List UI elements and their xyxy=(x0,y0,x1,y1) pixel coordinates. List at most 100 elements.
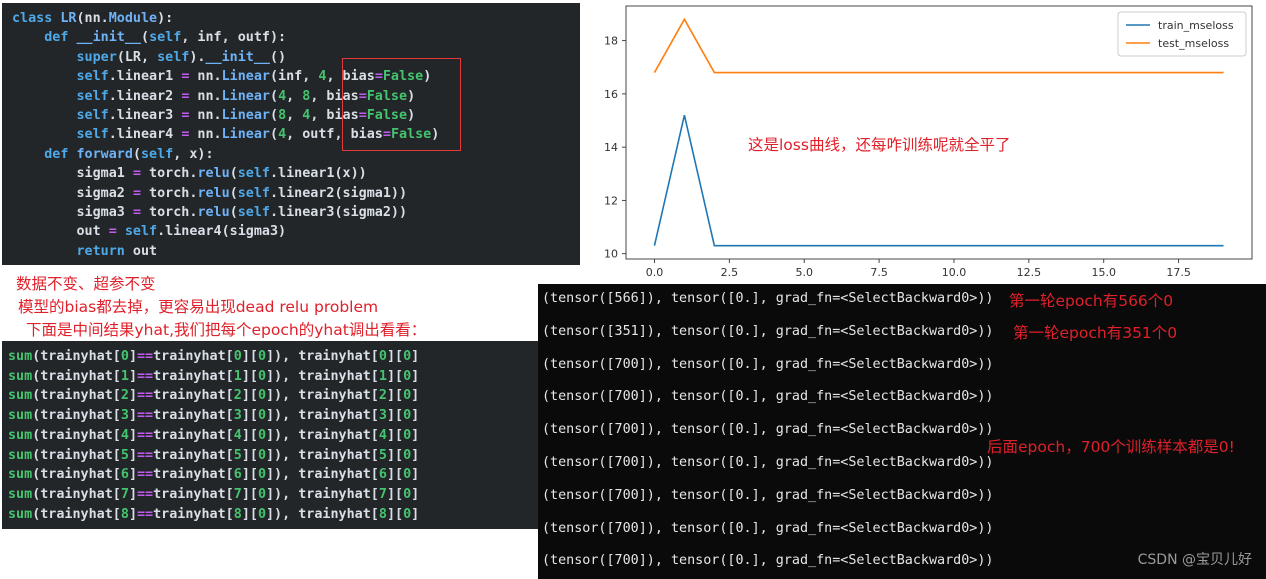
code-token: self xyxy=(76,69,109,85)
note-intermediate-yhat: 下面是中间结果yhat,我们把每个epoch的yhat调出看看： xyxy=(26,321,427,339)
code-token: ( xyxy=(270,108,279,123)
x-tick-label: 0.0 xyxy=(646,266,664,279)
code-token: (LR, xyxy=(116,49,158,65)
code-token: .linear3 xyxy=(108,108,182,123)
code-line: sigma1 = torch.relu(self.linear1(x)) xyxy=(12,164,367,183)
code-token: sigma3 xyxy=(12,205,133,220)
code-token: torch. xyxy=(141,205,198,220)
code-token: LR xyxy=(60,11,77,26)
code-token: relu xyxy=(197,185,230,201)
code-token: out xyxy=(124,243,158,259)
code-token: self xyxy=(237,166,270,182)
code-token: nn. xyxy=(189,108,222,123)
code-token: .linear1 xyxy=(108,69,182,85)
epoch2-annotation: 第一轮epoch有351个0 xyxy=(1013,324,1178,342)
tensor-output-line: (tensor([700]), tensor([0.], grad_fn=<Se… xyxy=(542,520,994,536)
yhat-code-line: sum(trainyhat[4]==trainyhat[4][0]), trai… xyxy=(8,427,420,443)
code-token: Linear xyxy=(221,69,270,85)
x-tick-label: 17.5 xyxy=(1166,266,1191,279)
code-token: torch. xyxy=(141,166,198,182)
code-token: Linear xyxy=(221,108,270,123)
code-token: self xyxy=(141,146,174,162)
code-line: sigma3 = torch.relu(self.linear3(sigma2)… xyxy=(12,203,407,222)
tensor-output-line: (tensor([700]), tensor([0.], grad_fn=<Se… xyxy=(542,356,994,372)
yhat-code-line: sum(trainyhat[1]==trainyhat[1][0]), trai… xyxy=(8,368,420,384)
code-token: = xyxy=(132,185,141,201)
note-bias-removed: 模型的bias都去掉，更容易出现dead relu problem xyxy=(18,298,379,316)
code-token: ( xyxy=(229,205,238,220)
code-token: , x): xyxy=(173,146,214,162)
code-token: self xyxy=(76,108,109,123)
code-line: return out xyxy=(12,242,158,261)
code-token: relu xyxy=(197,205,230,220)
code-token: self xyxy=(76,127,109,143)
code-line: def forward(self, x): xyxy=(12,145,214,164)
code-token: ): xyxy=(157,11,174,26)
code-token: () xyxy=(270,49,287,65)
code-token: nn. xyxy=(189,88,222,104)
later-epochs-annotation: 后面epoch，700个训练样本都是0! xyxy=(987,438,1235,456)
code-token: nn. xyxy=(189,127,222,143)
code-token: , xyxy=(286,108,303,123)
tensor-output-line: (tensor([351]), tensor([0.], grad_fn=<Se… xyxy=(542,323,994,339)
code-token: def xyxy=(12,146,77,162)
code-token: = xyxy=(132,205,141,220)
yhat-code-line: sum(trainyhat[2]==trainyhat[2][0]), trai… xyxy=(8,388,420,404)
code-token: = xyxy=(132,166,141,182)
code-token: (inf, xyxy=(270,69,319,85)
code-token: ( xyxy=(229,185,238,201)
code-token: super xyxy=(76,49,117,65)
y-tick-label: 10 xyxy=(604,248,618,261)
bias-highlight-box xyxy=(342,58,461,151)
code-token: out xyxy=(12,224,109,240)
chart-annotation: 这是loss曲线，还每咋训练呢就全平了 xyxy=(748,136,1011,154)
yhat-code-line: sum(trainyhat[5]==trainyhat[5][0]), trai… xyxy=(8,447,420,463)
code-token: self xyxy=(76,88,109,104)
code-token: __init__ xyxy=(76,30,142,46)
code-line: sigma2 = torch.relu(self.linear2(sigma1)… xyxy=(12,184,407,203)
yhat-code-line: sum(trainyhat[3]==trainyhat[3][0]), trai… xyxy=(8,408,420,424)
code-token: .linear2 xyxy=(108,88,182,104)
code-line: def __init__(self, inf, outf): xyxy=(12,28,286,47)
code-token: .linear2(sigma1)) xyxy=(270,185,408,201)
code-token: (nn. xyxy=(76,11,109,26)
code-token: .linear1(x)) xyxy=(270,166,367,182)
y-tick-label: 16 xyxy=(604,88,618,101)
x-tick-label: 10.0 xyxy=(942,266,967,279)
code-token: sigma2 xyxy=(12,185,133,201)
code-token: torch. xyxy=(141,185,198,201)
code-token: relu xyxy=(197,166,230,182)
x-tick-label: 12.5 xyxy=(1017,266,1042,279)
code-token: Module xyxy=(108,11,158,26)
csdn-watermark: CSDN @宝贝儿好 xyxy=(1137,552,1252,568)
code-token: __init__ xyxy=(205,49,271,65)
tensor-output-line: (tensor([566]), tensor([0.], grad_fn=<Se… xyxy=(542,291,994,306)
code-token: self xyxy=(149,30,182,46)
code-token: ). xyxy=(189,49,206,65)
yhat-code-line: sum(trainyhat[0]==trainyhat[0][0]), trai… xyxy=(8,349,420,364)
code-token: .linear3(sigma2)) xyxy=(270,205,408,220)
code-token: Linear xyxy=(221,88,270,104)
code-token: class xyxy=(12,11,61,26)
code-token: , xyxy=(286,88,303,104)
y-tick-label: 14 xyxy=(604,141,618,154)
y-tick-label: 18 xyxy=(604,35,618,48)
code-token: .linear4(sigma3) xyxy=(157,224,287,240)
yhat-code-line: sum(trainyhat[8]==trainyhat[8][0]), trai… xyxy=(8,506,420,522)
x-tick-label: 7.5 xyxy=(870,266,888,279)
yhat-code-line: sum(trainyhat[6]==trainyhat[6][0]), trai… xyxy=(8,467,420,483)
code-token: 4 xyxy=(278,127,287,143)
code-token: forward xyxy=(76,146,133,162)
code-token: ( xyxy=(141,30,150,46)
code-token: ( xyxy=(229,166,238,182)
code-token: self xyxy=(237,185,270,201)
epoch1-annotation: 第一轮epoch有566个0 xyxy=(1009,292,1174,310)
code-token: ( xyxy=(270,88,279,104)
yhat-code-line: sum(trainyhat[7]==trainyhat[7][0]), trai… xyxy=(8,486,420,502)
yhat-code-panel: sum(trainyhat[0]==trainyhat[0][0]), trai… xyxy=(2,341,538,529)
y-tick-label: 12 xyxy=(604,194,618,207)
